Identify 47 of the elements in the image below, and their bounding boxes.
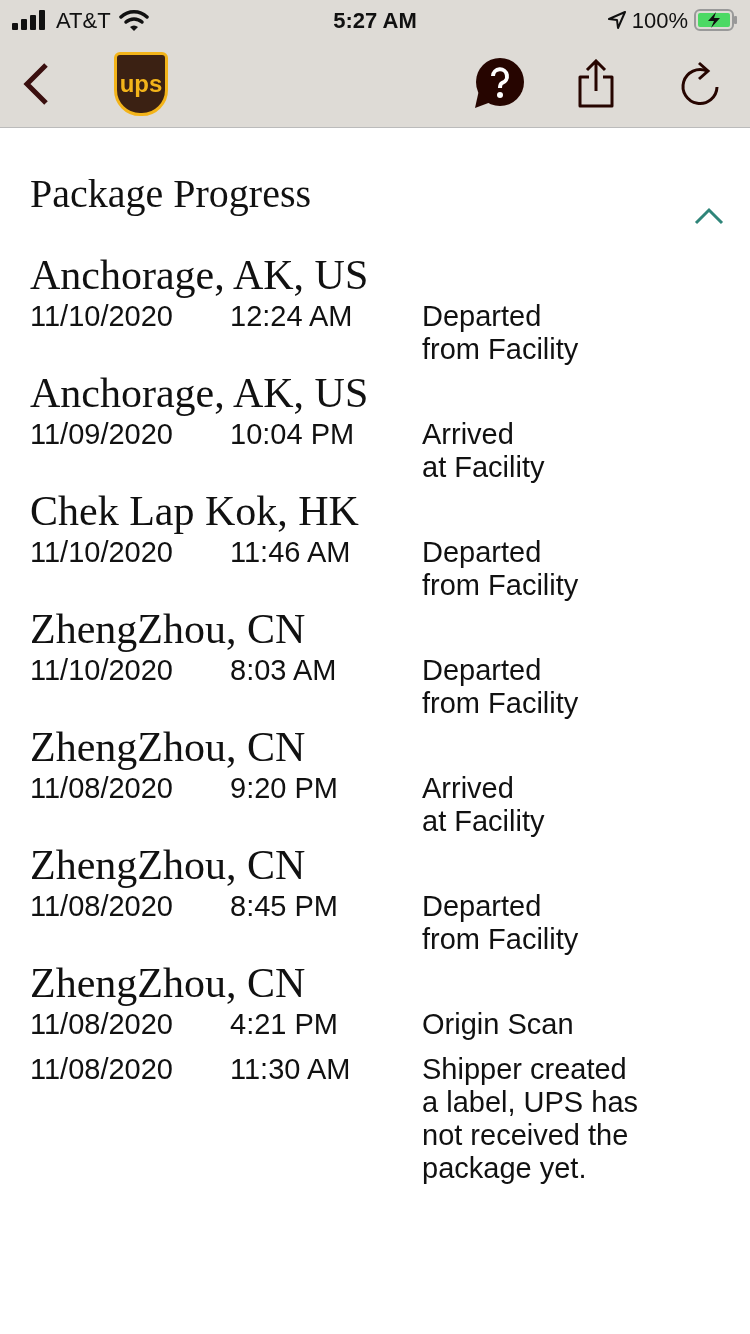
event-activity: Shipper created a label, UPS has not received the package yet. xyxy=(422,1053,638,1185)
event-time: 8:03 AM xyxy=(230,654,338,688)
event-location: ZhengZhou, CN xyxy=(30,605,307,654)
event-activity: Departed from Facility xyxy=(422,890,579,956)
event-date: 11/08/2020 xyxy=(30,1008,174,1041)
ups-logo: ups xyxy=(114,52,168,116)
event-activity: Arrived at Facility xyxy=(422,418,545,484)
event-date: 11/08/2020 xyxy=(30,890,174,924)
chevron-up-icon xyxy=(694,207,724,225)
share-icon xyxy=(576,59,616,109)
event-location: Anchorage, AK, US xyxy=(30,251,370,300)
event-date: 11/10/2020 xyxy=(30,536,174,570)
event-time: 4:21 PM xyxy=(230,1008,339,1041)
event-date: 11/08/2020 xyxy=(30,772,174,806)
event-location: ZhengZhou, CN xyxy=(30,959,307,1008)
event-location: ZhengZhou, CN xyxy=(30,841,307,890)
event-time: 9:20 PM xyxy=(230,772,339,806)
event-time: 11:46 AM xyxy=(230,536,352,570)
event-activity: Arrived at Facility xyxy=(422,772,545,838)
location-arrow-icon xyxy=(607,11,626,29)
event-location: ZhengZhou, CN xyxy=(30,723,307,772)
event-activity: Departed from Facility xyxy=(422,536,579,602)
event-date: 11/09/2020 xyxy=(30,418,174,452)
collapse-button[interactable] xyxy=(692,206,726,226)
event-time: 8:45 PM xyxy=(230,890,339,924)
event-date: 11/08/2020 xyxy=(30,1053,174,1087)
event-date: 11/10/2020 xyxy=(30,654,174,688)
battery-charging-icon xyxy=(694,9,738,31)
event-activity: Origin Scan xyxy=(422,1008,574,1041)
event-time: 10:04 PM xyxy=(230,418,356,452)
event-activity: Departed from Facility xyxy=(422,654,579,720)
battery-percent: 100% xyxy=(631,6,688,35)
clock-time: 5:27 AM xyxy=(332,6,418,35)
help-icon xyxy=(473,58,525,110)
event-location: Anchorage, AK, US xyxy=(30,369,370,418)
help-button[interactable] xyxy=(472,57,526,111)
carrier-name: AT&T xyxy=(56,6,111,35)
chevron-left-icon xyxy=(22,62,50,106)
section-title: Package Progress xyxy=(30,170,313,218)
event-activity: Departed from Facility xyxy=(422,300,579,366)
signal-icon xyxy=(12,10,48,30)
event-time: 11:30 AM xyxy=(230,1053,352,1087)
wifi-icon xyxy=(118,9,149,31)
event-location: Chek Lap Kok, HK xyxy=(30,487,360,536)
refresh-icon xyxy=(679,61,721,107)
event-date: 11/10/2020 xyxy=(30,300,174,334)
event-time: 12:24 AM xyxy=(230,300,354,334)
